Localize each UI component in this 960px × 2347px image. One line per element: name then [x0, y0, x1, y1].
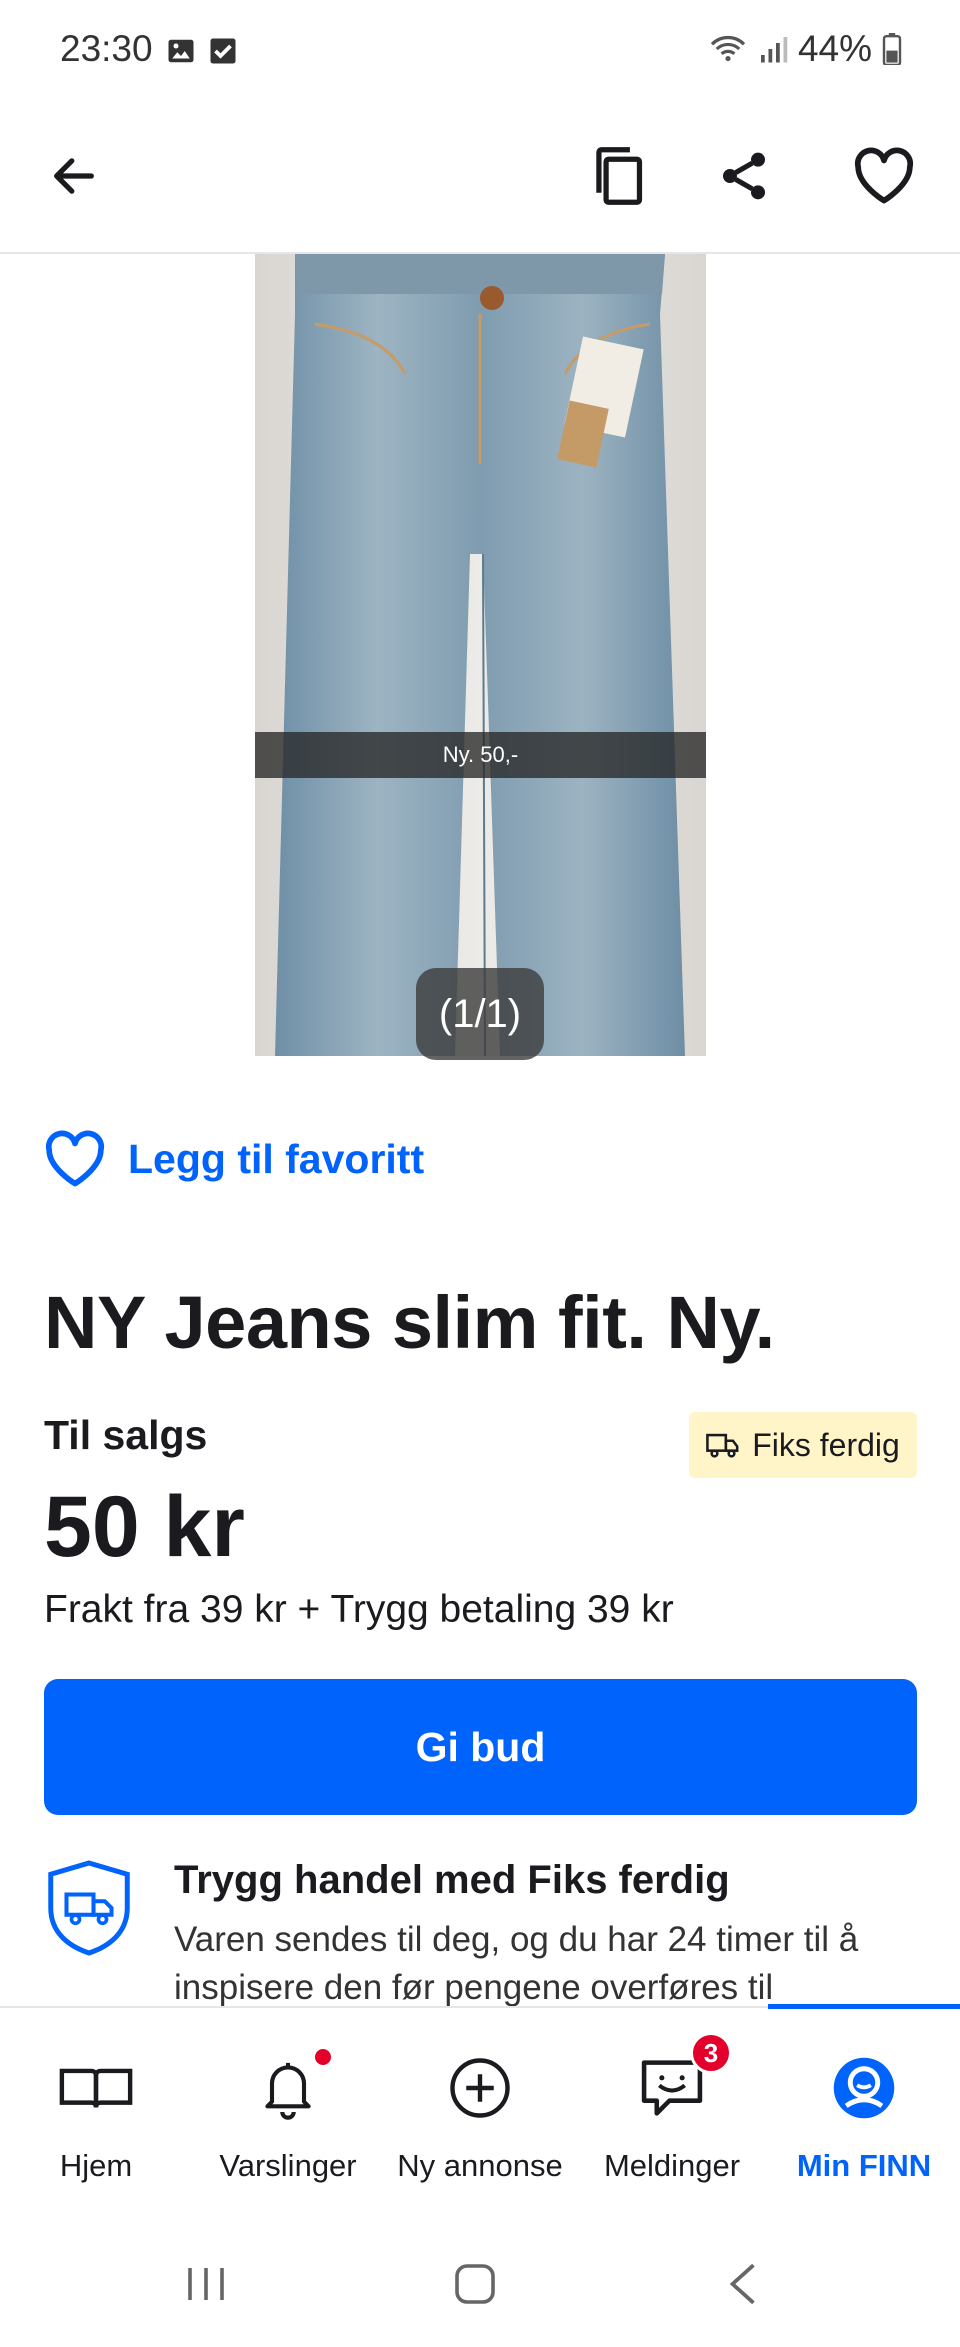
safe-trade-text: Varen sendes til deg, og du har 24 timer…	[174, 1920, 859, 2006]
fiks-ferdig-badge: Fiks ferdig	[689, 1412, 917, 1478]
nav-item-meldinger[interactable]: 3 Meldinger	[576, 2008, 768, 2218]
photo-caption: Ny. 50,-	[255, 732, 706, 778]
image-gallery[interactable]: Ny. 50,- (1/1)	[0, 254, 960, 1060]
nav-item-ny-annonse[interactable]: Ny annonse	[384, 2008, 576, 2218]
shield-truck-icon	[48, 1860, 130, 1956]
heart-icon[interactable]	[846, 138, 922, 214]
jeans-illustration	[275, 254, 685, 1056]
app-bar	[0, 100, 960, 254]
wifi-icon	[710, 35, 746, 62]
sale-status: Til salgs	[44, 1412, 208, 1458]
bid-button[interactable]: Gi bud	[44, 1679, 917, 1815]
image-icon	[168, 39, 194, 63]
notification-dot	[312, 2046, 334, 2068]
recent-apps-icon[interactable]	[176, 2254, 236, 2314]
back-icon[interactable]	[713, 2254, 773, 2314]
listing-price: 50 kr	[44, 1479, 245, 1575]
profile-icon	[824, 2048, 904, 2128]
status-notification-icons	[166, 36, 238, 66]
listing-title: NY Jeans slim fit. Ny.	[44, 1281, 775, 1364]
battery-icon	[882, 33, 902, 65]
safe-trade-title: Trygg handel med Fiks ferdig	[174, 1858, 730, 1902]
safe-trade-info: Trygg handel med Fiks ferdig Varen sende…	[44, 1858, 917, 2006]
image-counter: (1/1)	[416, 968, 544, 1060]
shipping-info: Frakt fra 39 kr + Trygg betaling 39 kr	[44, 1588, 674, 1631]
nav-label-hjem: Hjem	[59, 2148, 133, 2183]
book-icon	[56, 2048, 136, 2128]
nav-label-varslinger: Varslinger	[219, 2148, 357, 2183]
heart-outline-icon	[45, 1130, 105, 1187]
nav-item-hjem[interactable]: Hjem	[0, 2008, 192, 2218]
bell-icon	[248, 2046, 334, 2128]
status-bar: 23:30 44%	[0, 0, 960, 100]
share-icon[interactable]	[706, 138, 782, 214]
signal-icon	[760, 37, 788, 63]
plus-circle-icon	[440, 2048, 520, 2128]
checkbox-icon	[210, 38, 236, 64]
add-to-favorites-link[interactable]: Legg til favoritt	[44, 1130, 424, 1188]
back-arrow-icon[interactable]	[36, 138, 112, 214]
nav-item-varslinger[interactable]: Varslinger	[192, 2008, 384, 2218]
nav-label-min-finn: Min FINN	[796, 2148, 932, 2183]
fiks-badge-label: Fiks ferdig	[752, 1426, 900, 1463]
status-system-icons: 44%	[708, 28, 902, 70]
copy-icon[interactable]	[580, 138, 656, 214]
home-icon[interactable]	[445, 2254, 505, 2314]
battery-percent: 44%	[797, 28, 872, 69]
status-time: 23:30	[60, 28, 153, 69]
nav-label-ny-annonse: Ny annonse	[397, 2148, 563, 2183]
message-icon: 3	[632, 2032, 732, 2128]
bottom-navigation: Hjem Varslinger Ny annonse 3 Meldinger M…	[0, 2004, 960, 2218]
nav-item-min-finn[interactable]: Min FINN	[768, 2008, 960, 2218]
listing-photo[interactable]: Ny. 50,-	[255, 254, 706, 1056]
system-navigation-bar	[0, 2216, 960, 2347]
delivery-truck-icon	[706, 1433, 739, 1458]
message-count-badge: 3	[690, 2032, 732, 2074]
nav-label-meldinger: Meldinger	[603, 2148, 741, 2183]
favorite-label: Legg til favoritt	[128, 1135, 425, 1182]
